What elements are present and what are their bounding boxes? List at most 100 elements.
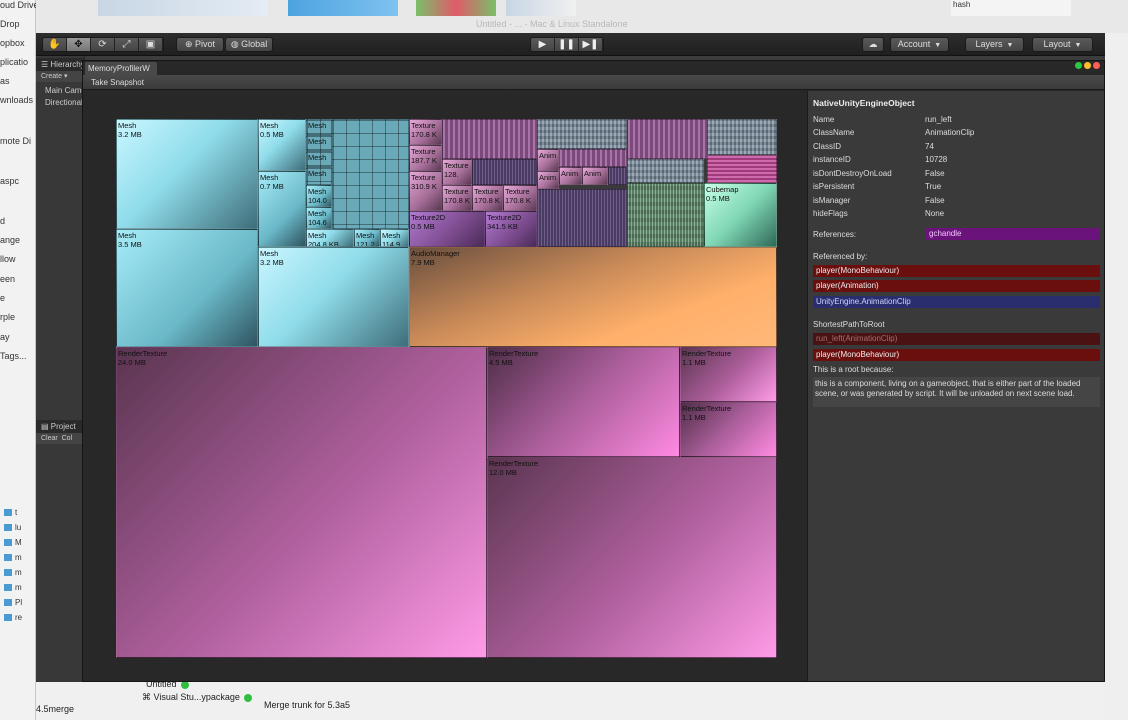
treemap-cell[interactable]: Texture 170.8 K [442, 185, 472, 211]
treemap-cell[interactable]: Mesh 104.6 [306, 207, 332, 229]
treemap-cell[interactable]: RenderTexture 12.0 MB [487, 457, 777, 658]
treemap-cell-small[interactable] [332, 119, 409, 229]
tab-hierarchy[interactable]: ☰ Hierarchy [36, 58, 85, 71]
account-dropdown[interactable]: Account ▼ [890, 37, 949, 52]
desktop-sidebar-item[interactable]: opbox [0, 38, 25, 48]
close-icon[interactable] [1093, 62, 1100, 69]
treemap-cell-small[interactable] [537, 189, 627, 247]
treemap-cell-small[interactable] [537, 119, 627, 149]
rotate-tool-icon[interactable]: ⟳ [91, 38, 115, 51]
treemap-cell[interactable]: Mesh [306, 167, 332, 185]
treemap-cell[interactable]: Anim [582, 167, 608, 185]
treemap-cell[interactable]: Texture 170.8 K [409, 119, 442, 145]
treemap-cell[interactable]: AudioManager 7.9 MB [409, 247, 777, 347]
tab-project[interactable]: ▤ Project [36, 420, 85, 433]
step-icon[interactable]: ▶❚ [579, 38, 603, 51]
treemap-cell[interactable]: Mesh 204.8 KB [306, 229, 354, 247]
treemap-cell[interactable]: Mesh 3.5 MB [116, 229, 258, 347]
play-icon[interactable]: ▶ [531, 38, 555, 51]
treemap-cell[interactable]: Mesh 0.7 MB [258, 171, 306, 247]
list-item[interactable]: m [4, 553, 34, 568]
treemap-cell[interactable]: Texture 128. [442, 159, 472, 185]
treemap-cell[interactable]: Anim [559, 167, 582, 185]
treemap-cell[interactable]: Texture 187.7 K [409, 145, 442, 171]
desktop-sidebar-item[interactable]: ay [0, 332, 10, 342]
referenced-by-item[interactable]: UnityEngine.AnimationClip [813, 296, 1100, 308]
treemap-cell[interactable]: RenderTexture 1.1 MB [680, 402, 777, 457]
global-toggle-button[interactable]: ◍ Global [225, 37, 273, 52]
treemap-cell[interactable]: Texture 170.8 K [472, 185, 503, 211]
treemap-cell-small[interactable] [627, 119, 707, 159]
scale-tool-icon[interactable]: ⤢ [115, 38, 139, 51]
treemap-cell-small[interactable] [472, 159, 537, 185]
treemap-cell[interactable]: Cubemap 0.5 MB [704, 183, 777, 247]
list-item[interactable]: 4.5merge [36, 704, 74, 714]
list-item[interactable]: Pl [4, 598, 34, 613]
list-item[interactable]: t [4, 508, 34, 523]
treemap-cell-small[interactable] [559, 149, 627, 167]
treemap-cell[interactable]: Texture2D 341.5 KB [485, 211, 537, 247]
treemap-cell[interactable]: RenderTexture 24.0 MB [116, 347, 487, 658]
desktop-sidebar-item[interactable]: e [0, 293, 5, 303]
shortest-path-item[interactable]: run_left(AnimationClip) [813, 333, 1100, 345]
treemap-cell[interactable]: RenderTexture 4.5 MB [487, 347, 680, 457]
treemap-cell[interactable]: Texture2D 0.5 MB [409, 211, 485, 247]
treemap-cell[interactable]: Mesh 0.5 MB [258, 119, 306, 171]
treemap-cell[interactable]: Mesh 104.0 [306, 185, 332, 207]
desktop-sidebar-item[interactable]: wnloads [0, 95, 33, 105]
pivot-toggle-button[interactable]: ⊕ Pivot [176, 37, 224, 52]
treemap-cell[interactable]: Texture 170.8 K [503, 185, 537, 211]
treemap-cell[interactable]: Mesh 114.9 [380, 229, 409, 247]
referenced-by-item[interactable]: player(Animation) [813, 280, 1100, 292]
shortest-path-item[interactable]: player(MonoBehaviour) [813, 349, 1100, 361]
list-item[interactable]: ⌘ Visual Stu...ypackage [142, 692, 252, 703]
layout-dropdown[interactable]: Layout ▼ [1032, 37, 1093, 52]
treemap-cell[interactable]: Mesh [306, 135, 332, 151]
list-item[interactable]: re [4, 613, 34, 628]
cloud-icon[interactable]: ☁ [862, 37, 884, 52]
desktop-sidebar-item[interactable]: as [0, 76, 10, 86]
minimize-icon[interactable] [1084, 62, 1091, 69]
treemap-cell[interactable]: Mesh [306, 151, 332, 167]
treemap-cell[interactable]: Mesh [306, 119, 332, 135]
treemap-cell-small[interactable] [707, 155, 777, 183]
treemap-cell[interactable]: Mesh 3.2 MB [116, 119, 258, 229]
tab-memory-profiler[interactable]: MemoryProfilerW [85, 62, 157, 76]
clear-button[interactable]: Clear [41, 435, 58, 442]
desktop-sidebar-item[interactable]: d [0, 216, 5, 226]
treemap-cell[interactable]: Anim [537, 171, 559, 189]
layers-dropdown[interactable]: Layers ▼ [965, 37, 1024, 52]
treemap-cell[interactable]: Mesh 121.2 [354, 229, 380, 247]
memory-treemap[interactable]: Mesh 3.2 MB Mesh 3.5 MB Mesh 0.5 MB Mesh 0.7 MB… [116, 119, 777, 658]
treemap-cell-small[interactable] [627, 159, 704, 183]
hand-tool-icon[interactable]: ✋ [43, 38, 67, 51]
treemap-cell-small[interactable] [608, 167, 627, 185]
desktop-sidebar-item[interactable]: aspc [0, 176, 19, 186]
treemap-cell[interactable]: Texture 310.9 K [409, 171, 442, 211]
desktop-sidebar-item[interactable]: llow [0, 254, 16, 264]
desktop-sidebar-item[interactable]: een [0, 274, 15, 284]
create-dropdown[interactable]: Create ▾ [36, 71, 85, 82]
referenced-by-item[interactable]: player(MonoBehaviour) [813, 265, 1100, 277]
treemap-cell-small[interactable] [627, 183, 704, 247]
desktop-sidebar-item[interactable]: Tags... [0, 351, 27, 361]
desktop-sidebar-item[interactable]: rple [0, 312, 15, 322]
move-tool-icon[interactable]: ✥ [67, 38, 91, 51]
desktop-sidebar-item[interactable]: plicatio [0, 57, 28, 67]
hierarchy-item[interactable]: Directional Light [45, 98, 85, 107]
take-snapshot-button[interactable]: Take Snapshot [87, 76, 148, 89]
rect-tool-icon[interactable]: ▣ [139, 38, 163, 51]
hierarchy-item[interactable]: Main Camera [45, 86, 85, 95]
collapse-button[interactable]: Col [62, 435, 73, 442]
treemap-cell[interactable]: RenderTexture 1.1 MB [680, 347, 777, 402]
reference-gchandle[interactable]: gchandle [926, 228, 1100, 240]
list-item[interactable]: m [4, 568, 34, 583]
desktop-sidebar-item[interactable]: oud Drive [0, 0, 39, 10]
treemap-cell[interactable]: Anim [537, 149, 559, 171]
treemap-cell[interactable]: Mesh 3.2 MB [258, 247, 409, 347]
list-item[interactable]: lu [4, 523, 34, 538]
pause-icon[interactable]: ❚❚ [555, 38, 579, 51]
maximize-icon[interactable] [1075, 62, 1082, 69]
list-item[interactable]: m [4, 583, 34, 598]
desktop-sidebar-item[interactable]: Drop [0, 19, 20, 29]
